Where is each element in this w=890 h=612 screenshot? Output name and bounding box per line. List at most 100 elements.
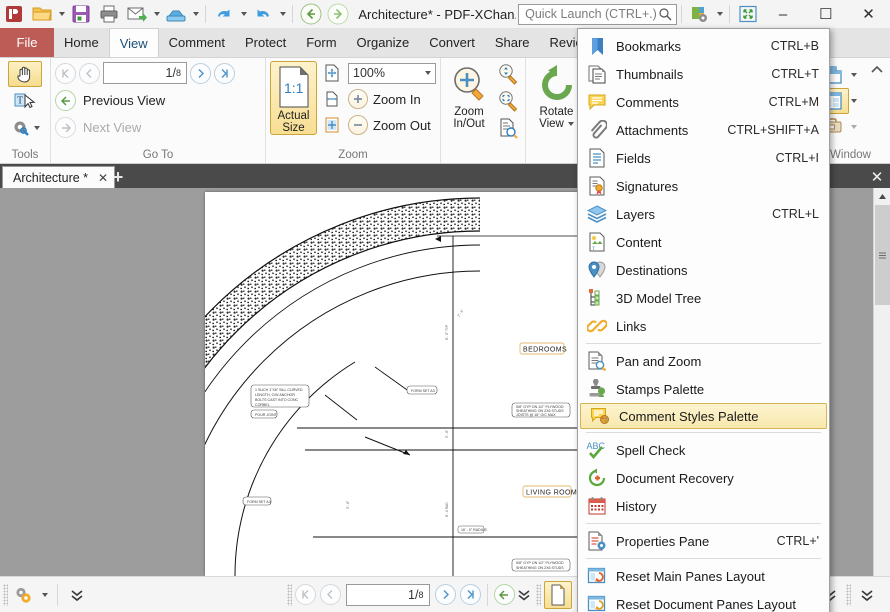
expand-chevrons-icon[interactable] [64, 582, 90, 608]
first-page-icon[interactable] [55, 63, 76, 84]
menu-item-reset-main-panes-layout[interactable]: Reset Main Panes Layout [578, 562, 829, 590]
tab-file[interactable]: File [0, 28, 54, 57]
theme-dropdown[interactable] [714, 1, 725, 28]
model-tree-icon [584, 287, 610, 309]
maximize-button[interactable]: ☐ [804, 0, 847, 29]
close-document-button[interactable]: ✕ [866, 166, 888, 187]
fit-visible-icon[interactable] [321, 114, 343, 136]
status-settings-icon[interactable] [11, 582, 37, 608]
fit-page-icon[interactable] [321, 62, 343, 84]
page-number-input[interactable]: 1/8 [103, 62, 187, 84]
statusbar-separator [487, 584, 488, 606]
back-arrow-icon[interactable] [297, 1, 325, 28]
menu-item-comment-styles-palette[interactable]: Comment Styles Palette [580, 403, 827, 429]
menu-item-thumbnails[interactable]: Thumbnails CTRL+T [578, 60, 829, 88]
menu-item-spell-check[interactable]: ABC Spell Check [578, 436, 829, 464]
open-file-icon[interactable] [28, 1, 56, 28]
zoom-in-icon[interactable] [348, 89, 368, 109]
minimize-button[interactable]: – [762, 0, 805, 29]
status-page-number-input[interactable]: 1/8 [346, 584, 430, 606]
pan-and-zoom-icon[interactable] [497, 115, 519, 141]
previous-view-button[interactable]: Previous View [55, 88, 235, 113]
menu-item-pan-and-zoom[interactable]: Pan and Zoom [578, 347, 829, 375]
zoom-out-label[interactable]: Zoom Out [373, 118, 431, 133]
tab-organize[interactable]: Organize [347, 28, 420, 57]
scrollbar-thumb[interactable] [875, 205, 890, 305]
menu-item-links[interactable]: Links [578, 312, 829, 340]
zoom-in-label[interactable]: Zoom In [373, 92, 421, 107]
open-file-dropdown[interactable] [56, 1, 67, 28]
view-menu-dropdown[interactable]: Bookmarks CTRL+B Thumbnails CTRL+T Comme… [577, 28, 830, 612]
next-page-icon[interactable] [435, 584, 456, 605]
redo-dropdown[interactable] [277, 1, 288, 28]
tab-view[interactable]: View [109, 28, 159, 57]
vertical-scrollbar[interactable] [873, 188, 890, 576]
last-page-icon[interactable] [214, 63, 235, 84]
menu-label: Document Recovery [616, 471, 805, 486]
right-chevrons-2-icon[interactable] [854, 582, 880, 608]
save-icon[interactable] [67, 1, 95, 28]
menu-item-bookmarks[interactable]: Bookmarks CTRL+B [578, 32, 829, 60]
menu-item-reset-document-panes-layout[interactable]: Reset Document Panes Layout [578, 590, 829, 612]
menu-item-layers[interactable]: Layers CTRL+L [578, 200, 829, 228]
loupe-tool-icon[interactable] [497, 61, 519, 87]
chevron-down-icon [241, 12, 247, 16]
menu-item-fields[interactable]: Fields CTRL+I [578, 144, 829, 172]
previous-page-icon[interactable] [79, 63, 100, 84]
undo-dropdown[interactable] [238, 1, 249, 28]
quick-launch-input[interactable]: Quick Launch (CTRL+.) [518, 4, 677, 25]
collapse-ribbon-chevron-icon[interactable] [870, 62, 884, 76]
print-icon[interactable] [95, 1, 123, 28]
tool-settings-icon[interactable] [4, 115, 46, 141]
single-page-view-icon[interactable] [544, 581, 572, 609]
email-dropdown[interactable] [151, 1, 162, 28]
rotate-view-button[interactable]: Rotate View [530, 61, 583, 135]
zoom-level-select[interactable]: 100% [348, 63, 436, 84]
menu-shortcut: CTRL+' [777, 534, 819, 548]
tab-home[interactable]: Home [54, 28, 109, 57]
scroll-up-button[interactable] [874, 188, 890, 205]
menu-item-3d-model-tree[interactable]: 3D Model Tree [578, 284, 829, 312]
menu-item-stamps-palette[interactable]: Stamps Palette [578, 375, 829, 403]
menu-item-properties-pane[interactable]: Properties Pane CTRL+' [578, 527, 829, 555]
document-tab-architecture[interactable]: Architecture * ✕ [2, 166, 115, 188]
forward-arrow-icon[interactable] [325, 1, 353, 28]
actual-size-button[interactable]: 1:1 Actual Size [270, 61, 317, 135]
menu-item-comments[interactable]: Comments CTRL+M [578, 88, 829, 116]
next-page-icon[interactable] [190, 63, 211, 84]
new-tab-button[interactable]: + [108, 167, 128, 187]
select-text-tool-icon[interactable]: T [8, 88, 42, 114]
tab-comment[interactable]: Comment [159, 28, 235, 57]
next-view-button[interactable]: Next View [55, 115, 235, 140]
previous-page-icon[interactable] [320, 584, 341, 605]
menu-item-signatures[interactable]: Signatures [578, 172, 829, 200]
status-settings-dropdown[interactable] [37, 582, 51, 608]
menu-item-destinations[interactable]: Destinations [578, 256, 829, 284]
scan-icon[interactable] [162, 1, 190, 28]
more-chevrons-icon[interactable] [515, 582, 533, 608]
close-button[interactable]: ✕ [847, 0, 890, 29]
zoom-in-out-button[interactable]: Zoom In/Out [445, 61, 493, 135]
svg-text:3' - 6": 3' - 6" [346, 501, 350, 509]
hand-tool-icon[interactable] [8, 61, 42, 87]
previous-view-icon[interactable] [494, 584, 515, 605]
undo-icon[interactable] [210, 1, 238, 28]
tab-share[interactable]: Share [485, 28, 540, 57]
tab-protect[interactable]: Protect [235, 28, 296, 57]
menu-item-history[interactable]: History [578, 492, 829, 520]
email-icon[interactable] [123, 1, 151, 28]
theme-settings-icon[interactable] [686, 1, 714, 28]
menu-item-attachments[interactable]: Attachments CTRL+SHIFT+A [578, 116, 829, 144]
scan-dropdown[interactable] [190, 1, 201, 28]
fit-width-icon[interactable] [321, 88, 343, 110]
tab-form[interactable]: Form [296, 28, 346, 57]
tab-convert[interactable]: Convert [419, 28, 485, 57]
first-page-icon[interactable] [295, 584, 316, 605]
menu-item-document-recovery[interactable]: Document Recovery [578, 464, 829, 492]
zoom-out-icon[interactable] [348, 115, 368, 135]
marquee-zoom-icon[interactable] [497, 88, 519, 114]
last-page-icon[interactable] [460, 584, 481, 605]
redo-icon[interactable] [249, 1, 277, 28]
menu-item-content[interactable]: T Content [578, 228, 829, 256]
fullscreen-icon[interactable] [734, 1, 762, 28]
